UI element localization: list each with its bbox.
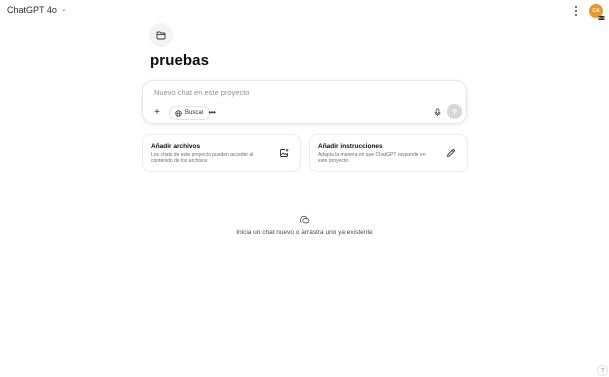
page-title: pruebas xyxy=(150,52,210,69)
help-label: ? xyxy=(601,367,604,374)
dictate-button[interactable] xyxy=(432,106,442,118)
folder-icon xyxy=(156,31,166,39)
model-name: ChatGPT 4o xyxy=(7,5,57,15)
microphone-icon xyxy=(434,107,440,116)
chat-composer: + Buscar ••• xyxy=(142,80,467,124)
more-tools-button[interactable]: ••• xyxy=(206,106,218,118)
ellipsis-icon: ••• xyxy=(208,107,216,117)
avatar-initials: CA xyxy=(592,8,600,14)
empty-state-text: Inicia un chat nuevo o arrastra uno ya e… xyxy=(236,229,373,236)
avatar[interactable]: CA PLUS xyxy=(589,4,606,20)
attach-button[interactable]: + xyxy=(151,106,163,118)
add-instructions-card[interactable]: Añadir instrucciones Adapta la manera en… xyxy=(309,134,468,172)
add-instructions-title: Añadir instrucciones xyxy=(318,143,383,150)
search-button[interactable]: Buscar xyxy=(169,106,210,120)
top-bar: ChatGPT 4o ⌄ CA PLUS xyxy=(0,0,609,22)
model-selector[interactable]: ChatGPT 4o ⌄ xyxy=(7,5,67,15)
globe-icon xyxy=(175,109,182,117)
chevron-down-icon: ⌄ xyxy=(60,6,67,13)
add-file-icon xyxy=(280,148,289,157)
chat-input[interactable] xyxy=(154,88,434,97)
arrow-up-icon xyxy=(451,108,458,115)
send-button[interactable] xyxy=(447,104,462,119)
search-button-label: Buscar xyxy=(185,110,204,116)
chat-bubbles-icon xyxy=(299,215,310,224)
add-files-description: Los chats de este proyecto pueden accede… xyxy=(151,152,254,165)
help-button[interactable]: ? xyxy=(597,365,608,376)
plan-badge: PLUS xyxy=(597,16,606,20)
more-options-icon[interactable] xyxy=(570,4,582,18)
plus-icon: + xyxy=(154,106,160,118)
add-files-card[interactable]: Añadir archivos Los chats de este proyec… xyxy=(142,134,301,172)
pencil-icon xyxy=(447,149,455,157)
project-folder-icon[interactable] xyxy=(149,23,173,47)
add-instructions-description: Adapta la manera en que ChatGPT responde… xyxy=(318,152,426,165)
add-files-title: Añadir archivos xyxy=(151,143,201,150)
